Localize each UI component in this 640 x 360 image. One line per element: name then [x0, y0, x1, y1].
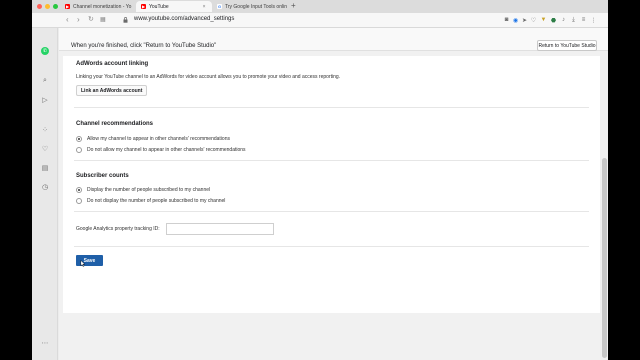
analytics-label: Google Analytics property tracking ID:: [76, 226, 160, 232]
radio-allow-recommendations[interactable]: Allow my channel to appear in other chan…: [76, 136, 230, 142]
tab-youtube[interactable]: ▶ YouTube ×: [136, 1, 212, 12]
scrollbar[interactable]: [602, 158, 607, 358]
divider: [74, 160, 589, 161]
subscriber-counts-heading: Subscriber counts: [76, 173, 129, 179]
sliders-icon[interactable]: ≡: [580, 16, 587, 24]
address-bar: ‹ › ↻ ▦ www.youtube.com/advanced_setting…: [32, 13, 608, 28]
youtube-icon: ▶: [65, 4, 70, 9]
tab-bar: ▶ Channel monetization - Yo ▶ YouTube × …: [32, 0, 608, 13]
divider: [74, 211, 589, 212]
extension-badge-icon[interactable]: ▼: [540, 16, 547, 24]
tab-label: Channel monetization - Yo: [73, 3, 132, 10]
studio-banner: When you're finished, click "Return to Y…: [59, 28, 608, 51]
browser-sidebar: ✆ ⌕ ▷ ⁘ ♡ ▤ ◷ ⋯: [32, 28, 58, 360]
send-icon[interactable]: ▷: [41, 96, 49, 104]
search-icon[interactable]: ⌕: [41, 77, 49, 85]
send-icon[interactable]: ➤: [521, 16, 528, 24]
notes-icon[interactable]: ▤: [41, 164, 49, 172]
radio-button[interactable]: [76, 136, 82, 142]
radio-button[interactable]: [76, 198, 82, 204]
new-tab-button[interactable]: +: [291, 2, 296, 10]
tab-label: YouTube: [149, 3, 169, 10]
reload-icon[interactable]: ↻: [88, 15, 94, 25]
radio-button[interactable]: [76, 187, 82, 193]
forward-icon[interactable]: ›: [77, 15, 80, 25]
radio-display-subscribers[interactable]: Display the number of people subscribed …: [76, 187, 210, 193]
shield-icon[interactable]: ◉: [512, 16, 519, 24]
browser-window: ▶ Channel monetization - Yo ▶ YouTube × …: [32, 0, 608, 360]
apps-icon[interactable]: ⁘: [41, 126, 49, 134]
radio-disallow-recommendations[interactable]: Do not allow my channel to appear in oth…: [76, 147, 246, 153]
studio-message: When you're finished, click "Return to Y…: [71, 43, 217, 49]
menu-icon[interactable]: ⋮: [590, 16, 597, 24]
history-icon[interactable]: ◷: [41, 183, 49, 191]
download-icon[interactable]: ⤓: [570, 16, 577, 24]
radio-hide-subscribers[interactable]: Do not display the number of people subs…: [76, 198, 225, 204]
analytics-id-input[interactable]: [166, 223, 274, 235]
maximize-window-button[interactable]: [53, 4, 58, 9]
return-to-studio-button[interactable]: Return to YouTube Studio: [537, 40, 597, 51]
tab-channel-monetization[interactable]: ▶ Channel monetization - Yo: [60, 1, 136, 12]
camera-icon[interactable]: ◙: [503, 16, 510, 24]
adwords-description: Linking your YouTube channel to an AdWor…: [76, 74, 341, 80]
radio-label: Display the number of people subscribed …: [87, 187, 211, 193]
google-icon: G: [217, 4, 222, 9]
back-icon[interactable]: ‹: [66, 15, 69, 25]
extension-icon[interactable]: ⬣: [550, 16, 557, 24]
link-adwords-button[interactable]: Link an AdWords account: [76, 85, 148, 96]
heart-icon[interactable]: ♡: [41, 145, 49, 153]
radio-button[interactable]: [76, 147, 82, 153]
youtube-icon: ▶: [141, 4, 146, 9]
divider: [74, 246, 589, 247]
radio-label: Allow my channel to appear in other chan…: [87, 136, 230, 142]
advanced-settings-card: AdWords account linking Linking your You…: [63, 56, 600, 313]
more-icon[interactable]: ⋯: [41, 339, 49, 347]
tab-label: Try Google Input Tools onlin: [225, 3, 287, 10]
page-content: When you're finished, click "Return to Y…: [59, 28, 608, 360]
mouse-cursor-icon: [80, 260, 86, 267]
close-tab-icon[interactable]: ×: [203, 4, 206, 10]
music-icon[interactable]: ♪: [560, 16, 567, 24]
heart-icon[interactable]: ♡: [530, 16, 537, 24]
url-field[interactable]: www.youtube.com/advanced_settings: [134, 16, 234, 22]
radio-label: Do not allow my channel to appear in oth…: [87, 147, 246, 153]
close-window-button[interactable]: [37, 4, 42, 9]
recommendations-heading: Channel recommendations: [76, 121, 154, 127]
lock-icon: [123, 17, 128, 23]
whatsapp-icon[interactable]: ✆: [41, 47, 49, 55]
tabs-overview-icon[interactable]: ▦: [100, 15, 106, 25]
adwords-heading: AdWords account linking: [76, 61, 149, 67]
divider: [74, 107, 589, 108]
minimize-window-button[interactable]: [45, 4, 50, 9]
radio-label: Do not display the number of people subs…: [87, 198, 226, 204]
tab-google-input-tools[interactable]: G Try Google Input Tools onlin: [212, 1, 290, 12]
